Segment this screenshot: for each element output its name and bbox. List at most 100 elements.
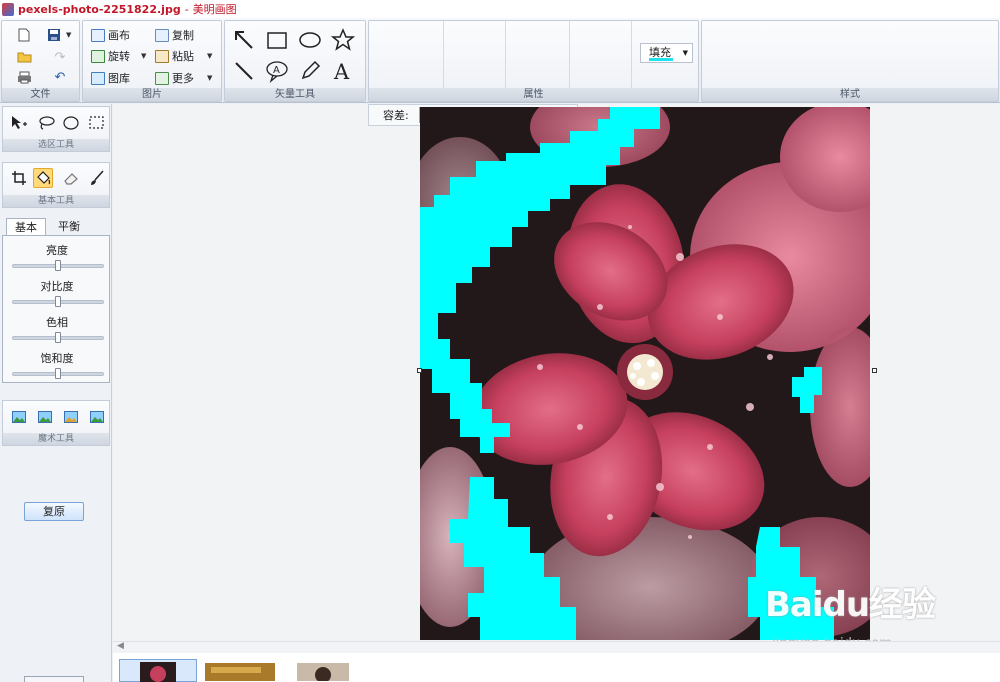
crop-icon[interactable]: [9, 168, 29, 188]
photo-canvas[interactable]: [420, 107, 870, 640]
fill-select[interactable]: 填充 ▼: [640, 43, 693, 63]
baidu-watermark: Baidu经验: [765, 585, 936, 625]
left-panel: 选区工具 基本工具 基本 平衡 亮度 对比度 色相 饱和度 魔术工具 复原: [0, 104, 112, 682]
thumbnail-gold-image: [205, 663, 275, 681]
gallery-button[interactable]: 图库: [91, 70, 130, 86]
save-dropdown-icon[interactable]: ▼: [66, 31, 71, 39]
more-dropdown-icon[interactable]: ▼: [207, 74, 212, 82]
line-tool-icon[interactable]: [232, 59, 256, 83]
paste-dropdown-icon[interactable]: ▼: [207, 52, 212, 60]
contrast-slider[interactable]: [12, 296, 104, 307]
fill-color-swatch: [649, 58, 673, 61]
arrow-tool-icon[interactable]: [232, 28, 256, 52]
selection-tools-label: 选区工具: [3, 139, 109, 151]
eraser-icon[interactable]: [61, 168, 81, 188]
contrast-slider-thumb[interactable]: [55, 296, 61, 307]
copy-button-label: 复制: [172, 29, 194, 42]
scroll-left-icon[interactable]: ◀: [117, 641, 124, 651]
vector-group: A A 矢量工具: [224, 20, 366, 102]
save-icon[interactable]: [46, 27, 62, 43]
resize-handle-left[interactable]: [417, 368, 422, 373]
copy-icon: [155, 28, 169, 42]
gallery-icon: [91, 71, 105, 85]
property-divider: [631, 21, 632, 89]
brush-icon[interactable]: [87, 168, 107, 188]
style-group-label: 样式: [702, 88, 998, 101]
text-tool-icon[interactable]: A: [331, 59, 355, 83]
thumbnail-flower-image: [140, 662, 176, 682]
svg-text:A: A: [333, 60, 350, 82]
magic-landscape-icon[interactable]: [35, 407, 55, 427]
paint-bucket-icon[interactable]: [33, 168, 53, 188]
paste-button-label: 粘贴: [172, 50, 194, 63]
paste-button[interactable]: 粘贴: [155, 48, 194, 64]
tab-basic[interactable]: 基本: [6, 218, 46, 236]
move-select-icon[interactable]: [9, 113, 29, 133]
magic-landscape-icon[interactable]: [9, 407, 29, 427]
canvas-button[interactable]: 画布: [91, 27, 130, 43]
property-divider: [505, 21, 506, 89]
print-icon[interactable]: [16, 69, 32, 85]
paste-icon: [155, 49, 169, 63]
undo-icon[interactable]: ↶: [52, 69, 68, 85]
more-button-label: 更多: [172, 72, 194, 85]
ellipse-select-icon[interactable]: [61, 113, 81, 133]
copy-button[interactable]: 复制: [155, 27, 194, 43]
thumbnail-gold[interactable]: [203, 659, 279, 682]
window-filename: pexels-photo-2251822.jpg: [18, 2, 181, 16]
saturation-slider-thumb[interactable]: [55, 368, 61, 379]
thumbnail-flower[interactable]: [119, 659, 197, 682]
title-bar: pexels-photo-2251822.jpg - 美明画图: [0, 0, 1000, 18]
vector-group-label: 矢量工具: [225, 88, 365, 101]
flower-photo: [420, 107, 870, 640]
rotate-button-label: 旋转: [108, 50, 130, 63]
file-group: ▼ ↷ ↶ 文件: [1, 20, 80, 102]
rectangle-tool-icon[interactable]: [265, 28, 289, 52]
horizontal-scrollbar[interactable]: ◀: [113, 641, 1000, 653]
property-divider: [443, 21, 444, 89]
basic-tools-label: 基本工具: [3, 195, 109, 207]
rotate-button[interactable]: 旋转: [91, 48, 130, 64]
magic-tools-group: 魔术工具: [2, 400, 110, 446]
picture-group: 画布 复制 旋转 ▼ 粘贴 ▼ 图库 更多 ▼ 图片: [82, 20, 222, 102]
saturation-slider[interactable]: [12, 368, 104, 379]
star-tool-icon[interactable]: [331, 28, 355, 52]
selection-tools-group: 选区工具: [2, 106, 110, 152]
lasso-icon[interactable]: [36, 113, 56, 133]
new-file-icon[interactable]: [16, 27, 32, 43]
canvas-button-label: 画布: [108, 29, 130, 42]
canvas-area[interactable]: 容差: 0: [113, 104, 1000, 641]
picture-group-label: 图片: [83, 88, 221, 101]
app-icon: [2, 2, 14, 16]
basic-tools-group: 基本工具: [2, 162, 110, 208]
thumbnail-portrait-image: [297, 663, 349, 682]
ellipse-tool-icon[interactable]: [298, 28, 322, 52]
tolerance-label: 容差:: [383, 109, 409, 122]
restore-button[interactable]: 复原: [24, 502, 84, 521]
saturation-label: 饱和度: [40, 352, 74, 365]
hue-slider[interactable]: [12, 332, 104, 343]
canvas-icon: [91, 28, 105, 42]
rect-select-icon[interactable]: [87, 113, 107, 133]
tab-balance[interactable]: 平衡: [50, 218, 88, 236]
brightness-slider-thumb[interactable]: [55, 260, 61, 271]
resize-handle-right[interactable]: [872, 368, 877, 373]
brightness-slider[interactable]: [12, 260, 104, 271]
thumbnail-portrait[interactable]: [295, 659, 351, 682]
open-folder-icon[interactable]: [16, 49, 32, 65]
hue-slider-thumb[interactable]: [55, 332, 61, 343]
magic-tools-label: 魔术工具: [3, 433, 109, 445]
svg-text:A: A: [273, 65, 280, 76]
adjust-panel: 亮度 对比度 色相 饱和度: [2, 235, 110, 383]
rotate-icon: [91, 49, 105, 63]
more-button[interactable]: 更多: [155, 70, 194, 86]
thumbnail-strip: [113, 653, 1000, 682]
magic-landscape-icon[interactable]: [61, 407, 81, 427]
brightness-label: 亮度: [46, 244, 68, 257]
bottom-button[interactable]: [24, 676, 84, 682]
pencil-tool-icon[interactable]: [298, 59, 322, 83]
redo-icon[interactable]: ↷: [52, 49, 68, 65]
rotate-dropdown-icon[interactable]: ▼: [141, 52, 146, 60]
magic-landscape-icon[interactable]: [87, 407, 107, 427]
callout-tool-icon[interactable]: A: [265, 59, 289, 83]
